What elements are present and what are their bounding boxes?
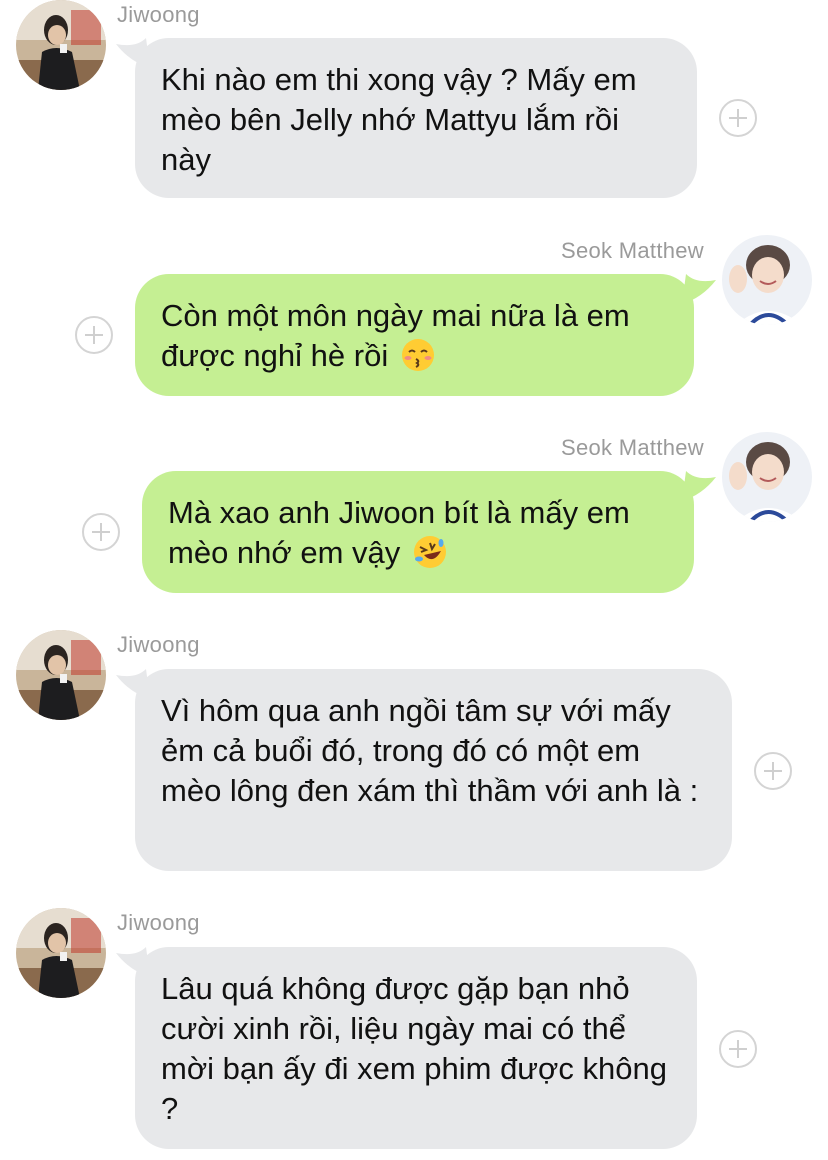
message-text: Mà xao anh Jiwoon bít là mấy em mèo nhớ … [168, 495, 630, 570]
message-row: Jiwoong Vì hôm qua anh ngồi tâm sự với m… [0, 628, 828, 878]
message-bubble[interactable]: Mà xao anh Jiwoon bít là mấy em mèo nhớ … [142, 471, 694, 593]
message-text: Vì hôm qua anh ngồi tâm sự với mấy ẻm cả… [161, 693, 699, 808]
add-reaction-button[interactable] [754, 752, 792, 790]
message-row: Seok Matthew Mà xao anh Jiwoon bít là mấ… [0, 430, 828, 600]
rofl-emoji-icon [413, 536, 446, 568]
sender-name: Jiwoong [117, 910, 200, 935]
add-reaction-button[interactable] [82, 513, 120, 551]
message-row: Seok Matthew Còn một môn ngày mai nữa là… [0, 232, 828, 402]
message-bubble[interactable]: Khi nào em thi xong vậy ? Mấy em mèo bên… [135, 38, 697, 198]
message-row: Jiwoong Khi nào em thi xong vậy ? Mấy em… [0, 0, 828, 205]
message-bubble[interactable]: Vì hôm qua anh ngồi tâm sự với mấy ẻm cả… [135, 669, 732, 871]
jiwoong-avatar[interactable] [16, 630, 106, 720]
add-reaction-button[interactable] [719, 99, 757, 137]
sender-name: Seok Matthew [560, 435, 704, 460]
message-row: Jiwoong Lâu quá không được gặp bạn nhỏ c… [0, 906, 828, 1160]
add-reaction-button[interactable] [75, 316, 113, 354]
sender-name: Jiwoong [117, 632, 200, 657]
message-text: Khi nào em thi xong vậy ? Mấy em mèo bên… [161, 62, 637, 177]
message-bubble[interactable]: Lâu quá không được gặp bạn nhỏ cười xinh… [135, 947, 697, 1149]
jiwoong-avatar[interactable] [16, 0, 106, 90]
matthew-avatar[interactable] [722, 432, 812, 522]
message-text: Lâu quá không được gặp bạn nhỏ cười xinh… [161, 971, 667, 1126]
add-reaction-button[interactable] [719, 1030, 757, 1068]
message-text: Còn một môn ngày mai nữa là em được nghỉ… [161, 298, 630, 373]
sender-name: Jiwoong [117, 2, 200, 27]
message-bubble[interactable]: Còn một môn ngày mai nữa là em được nghỉ… [135, 274, 694, 396]
sender-name: Seok Matthew [560, 238, 704, 263]
jiwoong-avatar[interactable] [16, 908, 106, 998]
kissing-face-emoji-icon [401, 339, 434, 371]
matthew-avatar[interactable] [722, 235, 812, 325]
